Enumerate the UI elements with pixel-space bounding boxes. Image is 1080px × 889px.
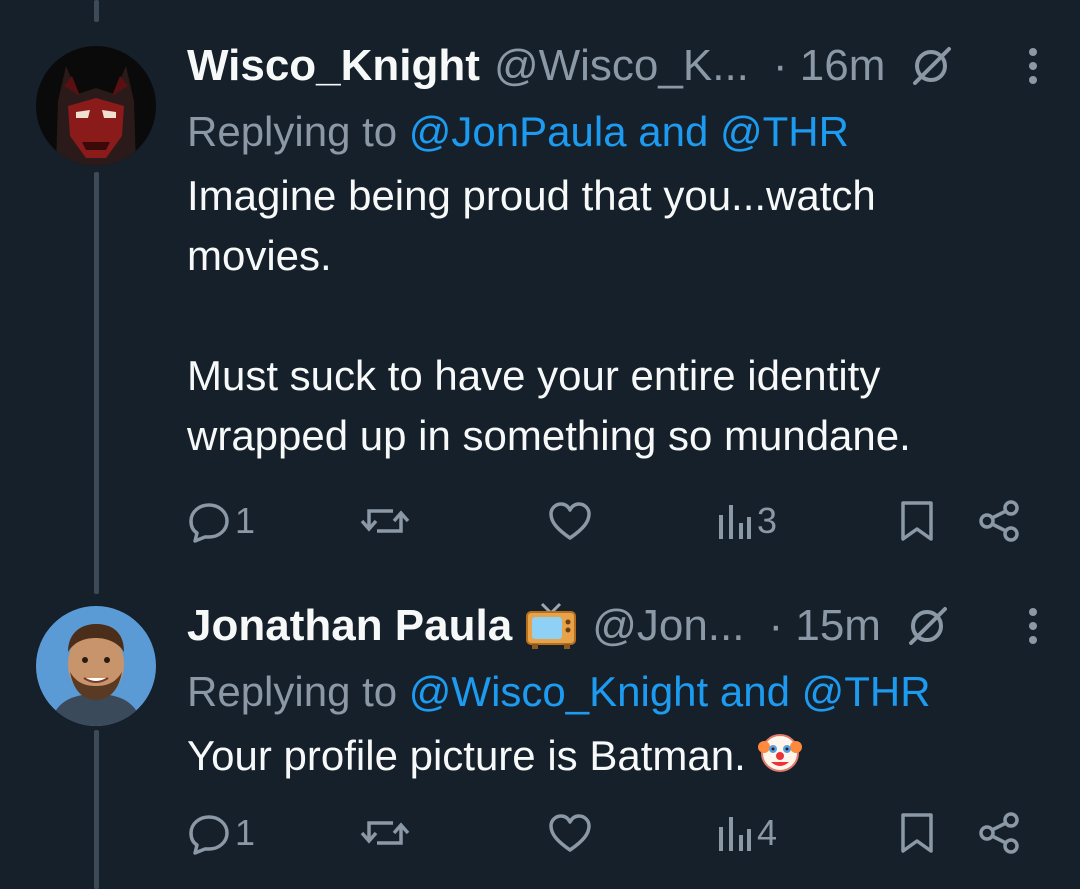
- display-name[interactable]: Jonathan Paula: [187, 601, 512, 651]
- tweet-jonathan-paula[interactable]: Jonathan Paula @Jon... · 15m Replying to…: [0, 560, 1080, 889]
- like-button[interactable]: [547, 496, 593, 546]
- like-icon: [549, 502, 591, 540]
- reply-count: 1: [235, 812, 256, 853]
- like-button[interactable]: [547, 808, 593, 858]
- replying-to: Replying to @JonPaula and @THR: [187, 102, 1040, 162]
- tv-icon: [524, 600, 578, 652]
- tweet-text: Imagine being proud that you...watch mov…: [187, 172, 911, 459]
- replying-mentions[interactable]: @JonPaula and @THR: [409, 108, 849, 155]
- more-icon[interactable]: [1026, 36, 1040, 96]
- verified-off-icon: [905, 603, 951, 649]
- view-count: 4: [757, 812, 778, 853]
- bookmark-button[interactable]: [899, 808, 935, 858]
- timestamp[interactable]: · 16m: [773, 41, 885, 91]
- verified-off-icon: [909, 43, 955, 89]
- handle[interactable]: @Wisco_K...: [494, 41, 749, 91]
- retweet-button[interactable]: [359, 808, 411, 858]
- reply-icon: [189, 503, 229, 543]
- retweet-icon: [360, 821, 410, 845]
- replying-prefix: Replying to: [187, 108, 398, 155]
- tweet-actions: 1 4: [187, 808, 1040, 858]
- reply-count: 1: [235, 500, 256, 541]
- bookmark-icon: [901, 501, 933, 541]
- like-icon: [549, 814, 591, 852]
- share-button[interactable]: [977, 496, 1023, 546]
- replying-mentions[interactable]: @Wisco_Knight and @THR: [409, 668, 931, 715]
- share-button[interactable]: [977, 808, 1023, 858]
- tweet-wisco-knight[interactable]: Wisco_Knight @Wisco_K... · 16m Replying …: [0, 0, 1080, 560]
- tweet-text: Your profile picture is Batman.: [187, 732, 746, 779]
- bookmark-button[interactable]: [899, 496, 935, 546]
- clown-icon: [756, 727, 804, 791]
- reply-icon: [189, 815, 229, 855]
- batman-avatar[interactable]: [36, 46, 156, 166]
- timestamp[interactable]: · 15m: [768, 601, 880, 651]
- tweet-actions: 1 3: [187, 496, 1040, 546]
- views-button[interactable]: 4: [717, 808, 777, 858]
- view-count: 3: [757, 500, 778, 541]
- man-avatar[interactable]: [36, 606, 156, 726]
- reply-button[interactable]: 1: [187, 808, 255, 858]
- share-icon: [979, 812, 1019, 854]
- replying-to: Replying to @Wisco_Knight and @THR: [187, 662, 1040, 722]
- replying-prefix: Replying to: [187, 668, 398, 715]
- retweet-button[interactable]: [359, 496, 411, 546]
- views-icon: [719, 505, 751, 539]
- tweet-text-row: Your profile picture is Batman.: [187, 726, 1040, 791]
- views-icon: [719, 817, 751, 851]
- views-button[interactable]: 3: [717, 496, 777, 546]
- reply-button[interactable]: 1: [187, 496, 255, 546]
- bookmark-icon: [901, 813, 933, 853]
- display-name[interactable]: Wisco_Knight: [187, 41, 480, 91]
- more-icon[interactable]: [1026, 596, 1040, 656]
- handle[interactable]: @Jon...: [592, 601, 744, 651]
- retweet-icon: [360, 509, 410, 533]
- share-icon: [979, 500, 1019, 542]
